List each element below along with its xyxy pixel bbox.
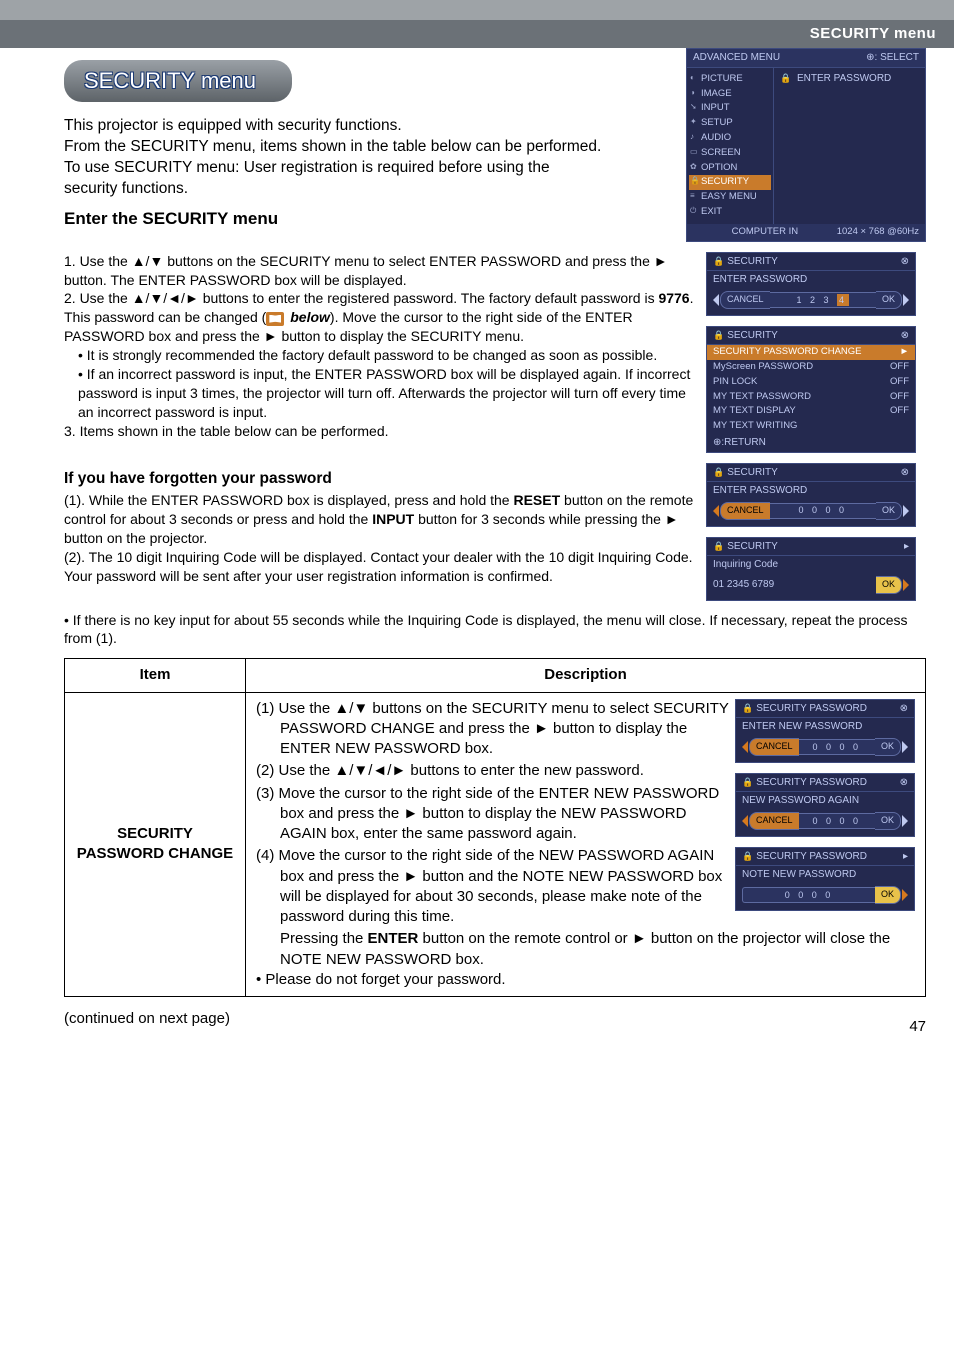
- osd-cancel: CANCEL: [720, 291, 770, 309]
- osd-security-list: 🔒SECURITY⊗ SECURITY PASSWORD CHANGE► MyS…: [706, 326, 916, 453]
- close-icon: ⊗: [900, 776, 908, 790]
- header-band: SECURITY menu: [0, 20, 954, 48]
- osd-ok: OK: [876, 291, 902, 309]
- page-title: SECURITY menu: [64, 60, 292, 102]
- lock-icon: 🔒: [713, 541, 724, 551]
- osd-top-left: ADVANCED MENU: [693, 51, 780, 65]
- osd-inquiring-code: 🔒SECURITY▸ Inquiring Code 01 2345 6789 O…: [706, 537, 916, 601]
- right-arrow-icon: [903, 505, 909, 517]
- row-description: 🔒SECURITY PASSWORD⊗ ENTER NEW PASSWORD C…: [246, 692, 926, 997]
- lock-icon: 🔒: [742, 703, 753, 713]
- steps-block: 1. Use the ▲/▼ buttons on the SECURITY m…: [64, 252, 724, 441]
- osd-enter-password: 🔒SECURITY⊗ ENTER PASSWORD CANCEL 1 2 3 4…: [706, 252, 916, 316]
- step-2-bullet-2: • If an incorrect password is input, the…: [64, 365, 724, 422]
- osd-ok: OK: [876, 502, 902, 520]
- left-arrow-icon: [713, 294, 719, 306]
- forgot-2: (2). The 10 digit Inquiring Code will be…: [64, 548, 724, 586]
- right-arrow-icon: [903, 579, 909, 591]
- lock-icon: 🔒: [742, 777, 753, 787]
- header-menu-label: SECURITY menu: [810, 25, 936, 42]
- continued-label: (continued on next page): [64, 1009, 926, 1029]
- lock-icon: 🔒: [742, 851, 753, 861]
- lock-icon: 🔒: [713, 256, 724, 266]
- left-arrow-icon: [713, 505, 719, 517]
- book-icon: [266, 312, 284, 326]
- osd-foot-right: 1024 × 768 @60Hz: [837, 226, 919, 239]
- osd-ok: OK: [876, 576, 902, 594]
- osd-forgot-column: 🔒SECURITY⊗ ENTER PASSWORD CANCEL 0 0 0 0…: [706, 463, 926, 611]
- osd-side-column: 🔒SECURITY⊗ ENTER PASSWORD CANCEL 1 2 3 4…: [706, 252, 926, 463]
- osd-note-password: 🔒SECURITY PASSWORD▸ NOTE NEW PASSWORD 0 …: [735, 847, 915, 911]
- lock-icon: 🔒: [713, 467, 724, 477]
- step-1: 1. Use the ▲/▼ buttons on the SECURITY m…: [64, 252, 724, 290]
- osd-new-password: 🔒SECURITY PASSWORD⊗ ENTER NEW PASSWORD C…: [735, 699, 915, 763]
- osd-top-right: ⊕: SELECT: [866, 51, 919, 65]
- col-description: Description: [246, 659, 926, 692]
- top-grey-bar: [0, 0, 954, 20]
- col-item: Item: [65, 659, 246, 692]
- row-item-label: SECURITY PASSWORD CHANGE: [65, 692, 246, 997]
- play-icon: ▸: [903, 850, 908, 864]
- play-icon: ▸: [904, 540, 909, 554]
- close-icon: ⊗: [901, 329, 909, 343]
- step-2-bullet-1: • It is strongly recommended the factory…: [64, 346, 724, 365]
- right-arrow-icon: [903, 294, 909, 306]
- osd-main-label: ENTER PASSWORD: [797, 73, 891, 84]
- osd-cancel: CANCEL: [720, 502, 770, 520]
- description-table: Item Description SECURITY PASSWORD CHANG…: [64, 658, 926, 997]
- osd-nav: ◐PICTURE ◑IMAGE ➘INPUT ✦SETUP ♪AUDIO ▭SC…: [687, 68, 774, 224]
- osd-password-again: 🔒SECURITY PASSWORD⊗ NEW PASSWORD AGAIN C…: [735, 773, 915, 837]
- page-number: 47: [909, 1017, 926, 1037]
- close-icon: ⊗: [901, 255, 909, 269]
- osd-advanced-menu: ADVANCED MENU ⊕: SELECT ◐PICTURE ◑IMAGE …: [686, 48, 926, 251]
- intro-text: This projector is equipped with security…: [64, 116, 604, 200]
- forgot-note: • If there is no key input for about 55 …: [64, 611, 926, 649]
- step-3: 3. Items shown in the table below can be…: [64, 422, 724, 441]
- forgot-1: (1). While the ENTER PASSWORD box is dis…: [64, 491, 724, 548]
- step-2: 2. Use the ▲/▼/◄/► buttons to enter the …: [64, 289, 724, 346]
- forgot-block: (1). While the ENTER PASSWORD box is dis…: [64, 491, 724, 585]
- lock-icon: 🔒: [780, 73, 791, 83]
- osd-forgot-enter: 🔒SECURITY⊗ ENTER PASSWORD CANCEL 0 0 0 0…: [706, 463, 916, 527]
- lock-icon: 🔒: [713, 330, 724, 340]
- close-icon: ⊗: [900, 702, 908, 716]
- osd-foot-left: COMPUTER IN: [732, 226, 799, 239]
- close-icon: ⊗: [901, 466, 909, 480]
